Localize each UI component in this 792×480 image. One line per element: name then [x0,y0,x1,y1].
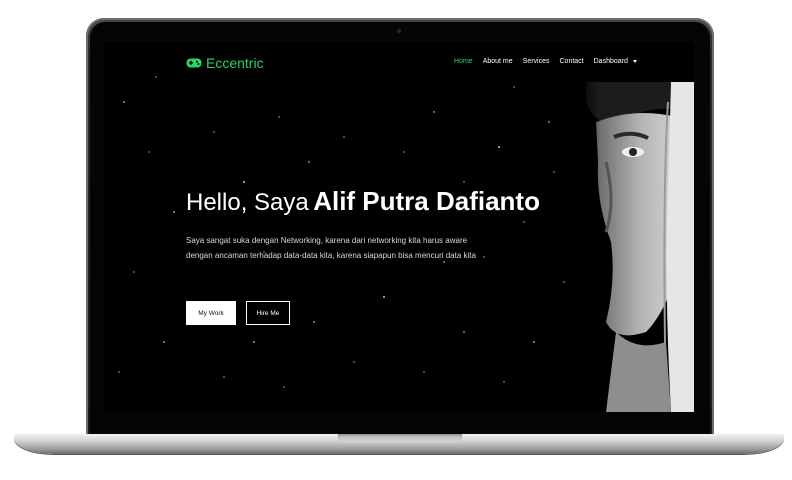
hero-title: Hello, Saya Alif Putra Dafianto [186,186,540,217]
my-work-button[interactable]: My Work [186,301,236,325]
hire-me-button[interactable]: Hire Me [246,301,290,325]
laptop-screen: Eccentric Home About me Services Contact… [104,42,694,412]
chevron-down-icon [632,60,637,63]
brand-logo[interactable]: Eccentric [186,55,264,71]
gamepad-icon [186,58,202,68]
hero-name: Alif Putra Dafianto [313,186,540,216]
profile-photo [576,82,694,412]
navbar: Eccentric Home About me Services Contact… [104,42,694,82]
webcam-icon [397,29,401,33]
nav-item-dashboard[interactable]: Dashboard [594,58,637,65]
laptop-base-notch [338,434,462,443]
hero-description: Saya sangat suka dengan Networking, kare… [186,236,476,260]
nav-item-dashboard-label: Dashboard [593,58,628,65]
nav-item-about[interactable]: About me [483,58,513,65]
nav-item-services[interactable]: Services [523,58,550,65]
nav-menu: Home About me Services Contact Dashboard [454,58,647,65]
nav-item-contact[interactable]: Contact [560,58,584,65]
laptop-mockup: Eccentric Home About me Services Contact… [0,0,792,480]
nav-item-home[interactable]: Home [454,58,473,65]
hero-greeting: Hello, Saya [186,189,309,216]
brand-name: Eccentric [206,55,264,71]
